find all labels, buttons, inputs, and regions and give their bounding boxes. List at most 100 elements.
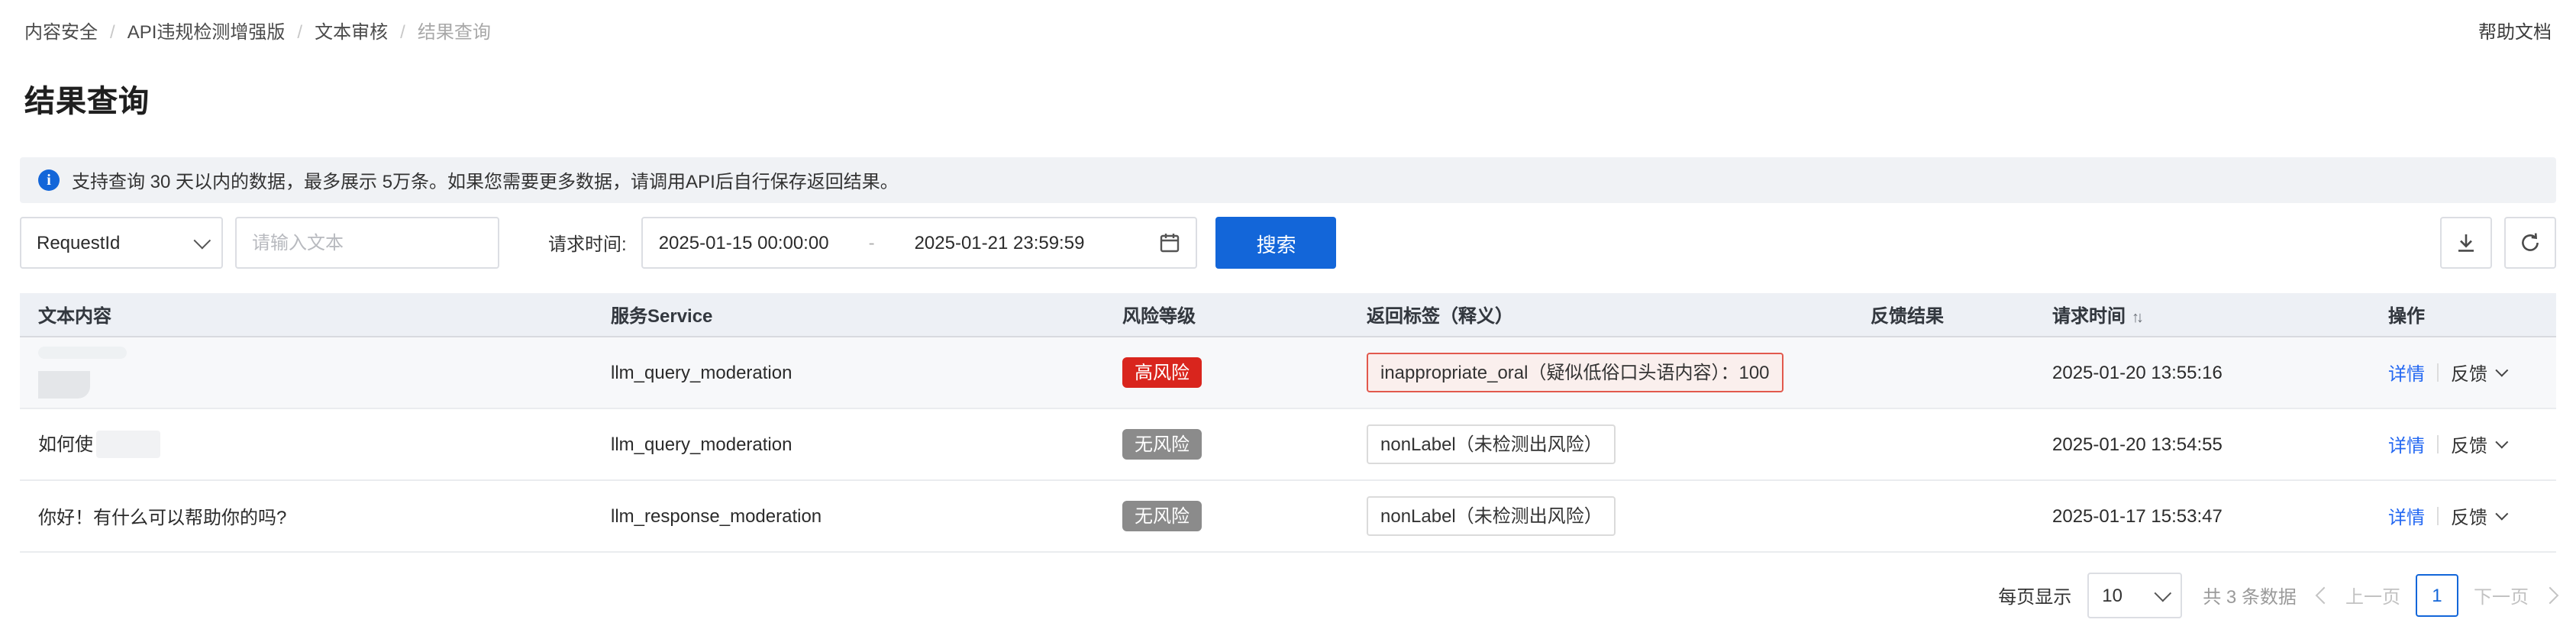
notice-text: 支持查询 30 天以内的数据，最多展示 5万条。如果您需要更多数据，请调用API… bbox=[72, 167, 899, 193]
row-text: 如何使 bbox=[38, 433, 93, 454]
col-risk-level: 风险等级 bbox=[1104, 293, 1348, 337]
total-count: 共 3 条数据 bbox=[2203, 582, 2297, 608]
table-row: 如何使 llm_query_moderation 无风险 nonLabel（未检… bbox=[20, 408, 2556, 480]
chevron-right-icon[interactable] bbox=[2542, 587, 2559, 605]
cell-text-content: 如何使 bbox=[20, 408, 592, 480]
feedback-dropdown[interactable]: 反馈 bbox=[2451, 431, 2504, 457]
return-label-tag: nonLabel（未检测出风险） bbox=[1367, 424, 1616, 464]
chevron-down-icon bbox=[2154, 585, 2171, 602]
cell-actions: 详情 反馈 bbox=[2370, 480, 2556, 552]
feedback-dropdown[interactable]: 反馈 bbox=[2451, 360, 2504, 386]
refresh-icon bbox=[2520, 232, 2541, 253]
table-header-row: 文本内容 服务Service 风险等级 返回标签（释义） 反馈结果 请求时间 ↑↓… bbox=[20, 293, 2556, 337]
page-title: 结果查询 bbox=[24, 76, 2576, 121]
chevron-left-icon[interactable] bbox=[2316, 587, 2333, 605]
search-text-input[interactable] bbox=[235, 217, 499, 269]
search-field-select[interactable]: RequestId bbox=[20, 217, 223, 269]
col-actions: 操作 bbox=[2370, 293, 2556, 337]
search-field-value: RequestId bbox=[37, 232, 120, 253]
download-icon bbox=[2455, 232, 2477, 253]
download-button[interactable] bbox=[2440, 217, 2492, 269]
current-page-button[interactable]: 1 bbox=[2416, 574, 2458, 617]
detail-link[interactable]: 详情 bbox=[2388, 431, 2425, 457]
feedback-label: 反馈 bbox=[2451, 431, 2487, 457]
table-tools bbox=[2440, 217, 2556, 269]
date-end: 2025-01-21 23:59:59 bbox=[915, 232, 1085, 253]
detail-link[interactable]: 详情 bbox=[2388, 503, 2425, 529]
calendar-icon bbox=[1160, 232, 1181, 253]
col-service: 服务Service bbox=[592, 293, 1104, 337]
breadcrumb: 内容安全 / API违规检测增强版 / 文本审核 / 结果查询 bbox=[24, 18, 491, 44]
pagination: 每页显示 10 共 3 条数据 上一页 1 下一页 bbox=[20, 573, 2556, 618]
cell-actions: 详情 反馈 bbox=[2370, 337, 2556, 408]
chevron-down-icon bbox=[194, 232, 211, 250]
risk-badge-high: 高风险 bbox=[1122, 357, 1202, 388]
cell-return-label: inappropriate_oral（疑似低俗口头语内容）：100 bbox=[1348, 337, 1852, 408]
search-button[interactable]: 搜索 bbox=[1216, 217, 1337, 269]
return-label-tag: nonLabel（未检测出风险） bbox=[1367, 496, 1616, 536]
cell-risk-level: 高风险 bbox=[1104, 337, 1348, 408]
table-row: 你好！有什么可以帮助你的吗? llm_response_moderation 无… bbox=[20, 480, 2556, 552]
detail-link[interactable]: 详情 bbox=[2388, 360, 2425, 386]
page-size-label: 每页显示 bbox=[1998, 582, 2071, 608]
cell-feedback-result bbox=[1852, 480, 2034, 552]
help-doc-link[interactable]: 帮助文档 bbox=[2478, 18, 2552, 44]
cell-return-label: nonLabel（未检测出风险） bbox=[1348, 480, 1852, 552]
chevron-down-icon bbox=[2495, 508, 2508, 521]
sort-icon[interactable]: ↑↓ bbox=[2132, 309, 2141, 326]
chevron-down-icon bbox=[2495, 436, 2508, 449]
breadcrumb-separator: / bbox=[400, 21, 405, 42]
feedback-dropdown[interactable]: 反馈 bbox=[2451, 503, 2504, 529]
request-time-header-label: 请求时间 bbox=[2052, 305, 2126, 326]
return-label-tag: inappropriate_oral（疑似低俗口头语内容）：100 bbox=[1367, 353, 1784, 392]
chevron-down-icon bbox=[2495, 364, 2508, 377]
cell-service: llm_response_moderation bbox=[592, 480, 1104, 552]
prev-page-button[interactable]: 上一页 bbox=[2345, 582, 2400, 608]
next-page-button[interactable]: 下一页 bbox=[2474, 582, 2529, 608]
redacted-text-block bbox=[38, 371, 90, 399]
cell-text-content: 你好！有什么可以帮助你的吗? bbox=[20, 480, 592, 552]
table-row: llm_query_moderation 高风险 inappropriate_o… bbox=[20, 337, 2556, 408]
col-text-content: 文本内容 bbox=[20, 293, 592, 337]
risk-badge-none: 无风险 bbox=[1122, 429, 1202, 460]
results-table: 文本内容 服务Service 风险等级 返回标签（释义） 反馈结果 请求时间 ↑↓… bbox=[20, 293, 2556, 553]
col-feedback-result: 反馈结果 bbox=[1852, 293, 2034, 337]
breadcrumb-separator: / bbox=[297, 21, 302, 42]
cell-request-time: 2025-01-20 13:55:16 bbox=[2034, 337, 2370, 408]
refresh-button[interactable] bbox=[2504, 217, 2556, 269]
results-query-page: 内容安全 / API违规检测增强版 / 文本审核 / 结果查询 帮助文档 结果查… bbox=[0, 0, 2576, 626]
feedback-label: 反馈 bbox=[2451, 503, 2487, 529]
action-divider bbox=[2437, 435, 2439, 453]
cell-request-time: 2025-01-20 13:54:55 bbox=[2034, 408, 2370, 480]
date-range-separator: - bbox=[869, 232, 875, 253]
cell-text-content bbox=[20, 337, 592, 408]
col-request-time: 请求时间 ↑↓ bbox=[2034, 293, 2370, 337]
cell-service: llm_query_moderation bbox=[592, 337, 1104, 408]
redacted-text-block bbox=[96, 431, 160, 459]
top-bar: 内容安全 / API违规检测增强版 / 文本审核 / 结果查询 帮助文档 bbox=[0, 0, 2576, 44]
info-icon: i bbox=[38, 169, 60, 191]
date-range-picker[interactable]: 2025-01-15 00:00:00 - 2025-01-21 23:59:5… bbox=[642, 217, 1198, 269]
cell-actions: 详情 反馈 bbox=[2370, 408, 2556, 480]
cell-risk-level: 无风险 bbox=[1104, 480, 1348, 552]
breadcrumb-content-safety[interactable]: 内容安全 bbox=[24, 18, 98, 44]
page-size-value: 10 bbox=[2102, 585, 2122, 606]
cell-return-label: nonLabel（未检测出风险） bbox=[1348, 408, 1852, 480]
breadcrumb-text-moderation[interactable]: 文本审核 bbox=[315, 18, 388, 44]
request-time-label: 请求时间: bbox=[548, 230, 627, 256]
cell-request-time: 2025-01-17 15:53:47 bbox=[2034, 480, 2370, 552]
redacted-text-block bbox=[38, 347, 127, 359]
date-start: 2025-01-15 00:00:00 bbox=[659, 232, 829, 253]
cell-service: llm_query_moderation bbox=[592, 408, 1104, 480]
breadcrumb-api-detection[interactable]: API违规检测增强版 bbox=[128, 18, 286, 44]
col-return-label: 返回标签（释义） bbox=[1348, 293, 1852, 337]
breadcrumb-result-query: 结果查询 bbox=[418, 18, 491, 44]
breadcrumb-separator: / bbox=[110, 21, 115, 42]
cell-feedback-result bbox=[1852, 408, 2034, 480]
risk-badge-none: 无风险 bbox=[1122, 501, 1202, 531]
cell-risk-level: 无风险 bbox=[1104, 408, 1348, 480]
action-divider bbox=[2437, 507, 2439, 525]
cell-feedback-result bbox=[1852, 337, 2034, 408]
page-size-select[interactable]: 10 bbox=[2087, 573, 2181, 618]
filter-bar: RequestId 请求时间: 2025-01-15 00:00:00 - 20… bbox=[20, 217, 2556, 269]
